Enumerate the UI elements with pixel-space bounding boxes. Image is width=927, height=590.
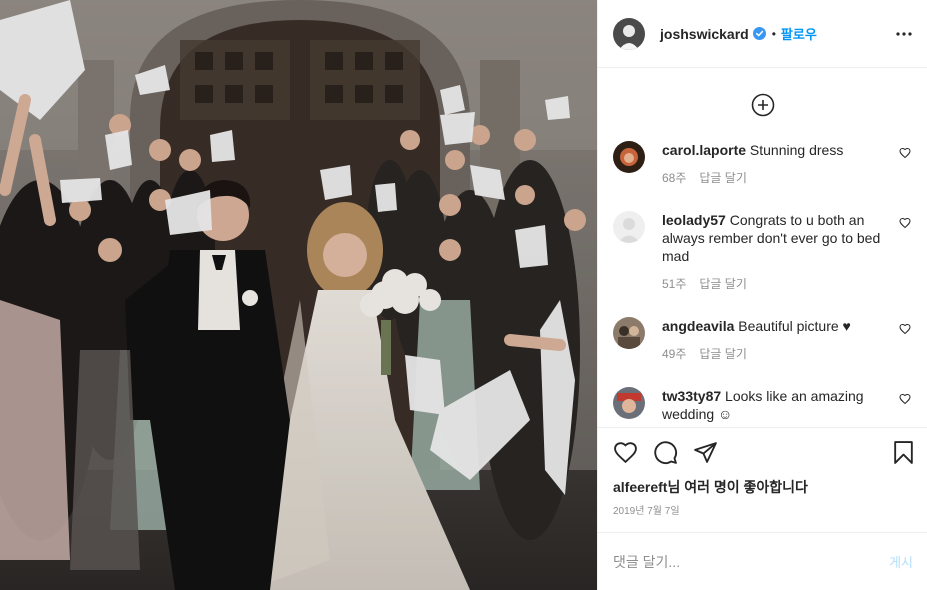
- like-heart-icon[interactable]: [613, 440, 638, 465]
- commenter-avatar[interactable]: [613, 141, 645, 173]
- load-more-row: [613, 68, 913, 141]
- verified-badge-icon: [752, 27, 766, 40]
- comment-item: tw33ty87 Looks like an amazing wedding ☺: [613, 387, 913, 427]
- comment-item: angdeavila Beautiful picture ♥ 49주 답글 달기: [613, 317, 913, 387]
- comment-username[interactable]: angdeavila: [662, 318, 734, 334]
- commenter-avatar-image: [613, 317, 645, 349]
- share-paper-plane-icon[interactable]: [693, 440, 718, 465]
- post-header: joshswickard • 팔로우: [598, 0, 927, 68]
- instagram-post: joshswickard • 팔로우 carol.laporte Stunnin…: [0, 0, 927, 590]
- follow-button[interactable]: 팔로우: [781, 24, 817, 43]
- load-more-comments-icon[interactable]: [751, 93, 775, 117]
- default-avatar-icon: [613, 211, 645, 243]
- author-avatar[interactable]: [613, 17, 645, 50]
- bookmark-icon[interactable]: [891, 440, 916, 465]
- comment-bubble-icon[interactable]: [653, 440, 678, 465]
- comment-meta: 51주 답글 달기: [662, 275, 900, 293]
- comment-body: tw33ty87 Looks like an amazing wedding ☺: [662, 387, 900, 427]
- commenter-avatar[interactable]: [613, 211, 645, 243]
- reply-button[interactable]: 답글 달기: [699, 347, 747, 361]
- reply-button[interactable]: 답글 달기: [699, 171, 747, 185]
- comment-body: leolady57 Congrats to u both an always r…: [662, 211, 900, 317]
- comment-time[interactable]: 68주: [662, 171, 686, 185]
- author-username[interactable]: joshswickard: [660, 26, 749, 42]
- author-avatar-image: [613, 17, 645, 50]
- post-comment-button[interactable]: 게시: [889, 552, 913, 571]
- comment-meta: 49주 답글 달기: [662, 345, 900, 363]
- commenter-avatar[interactable]: [613, 317, 645, 349]
- comment-time[interactable]: 49주: [662, 347, 686, 361]
- post-date[interactable]: 2019년 7월 7일: [598, 502, 927, 517]
- comment-time[interactable]: 51주: [662, 277, 686, 291]
- add-comment-bar: 댓글 달기... 게시: [598, 532, 927, 590]
- comment-username[interactable]: leolady57: [662, 212, 726, 228]
- wedding-photo: [0, 0, 597, 590]
- post-side-panel: joshswickard • 팔로우 carol.laporte Stunnin…: [597, 0, 927, 590]
- comment-text: Beautiful picture ♥: [738, 318, 851, 334]
- commenter-avatar[interactable]: [613, 387, 645, 419]
- comment-text: Stunning dress: [749, 142, 844, 158]
- comment-item: carol.laporte Stunning dress 68주 답글 달기: [613, 141, 913, 211]
- likes-username[interactable]: alfeereft: [613, 479, 667, 495]
- likes-suffix[interactable]: 님 여러 명이 좋아합니다: [667, 479, 807, 495]
- commenter-avatar-image: [613, 141, 645, 173]
- comment-like-icon[interactable]: [899, 217, 911, 229]
- likes-summary: alfeereft님 여러 명이 좋아합니다: [598, 477, 927, 497]
- comment-body: angdeavila Beautiful picture ♥ 49주 답글 달기: [662, 317, 900, 387]
- comment-input[interactable]: 댓글 달기...: [613, 552, 680, 572]
- comment-body: carol.laporte Stunning dress 68주 답글 달기: [662, 141, 900, 211]
- comment-meta: 68주 답글 달기: [662, 169, 900, 187]
- comment-like-icon[interactable]: [899, 147, 911, 159]
- comments-list[interactable]: carol.laporte Stunning dress 68주 답글 달기 l…: [598, 68, 927, 427]
- comment-username[interactable]: tw33ty87: [662, 388, 721, 404]
- more-options-icon[interactable]: [895, 25, 913, 43]
- reply-button[interactable]: 답글 달기: [699, 277, 747, 291]
- header-separator: •: [771, 26, 776, 41]
- comment-like-icon[interactable]: [899, 393, 911, 405]
- post-photo[interactable]: [0, 0, 597, 590]
- comment-username[interactable]: carol.laporte: [662, 142, 746, 158]
- comment-like-icon[interactable]: [899, 323, 911, 335]
- comment-item: leolady57 Congrats to u both an always r…: [613, 211, 913, 317]
- post-actions: [598, 427, 927, 477]
- commenter-avatar-image: [613, 387, 645, 419]
